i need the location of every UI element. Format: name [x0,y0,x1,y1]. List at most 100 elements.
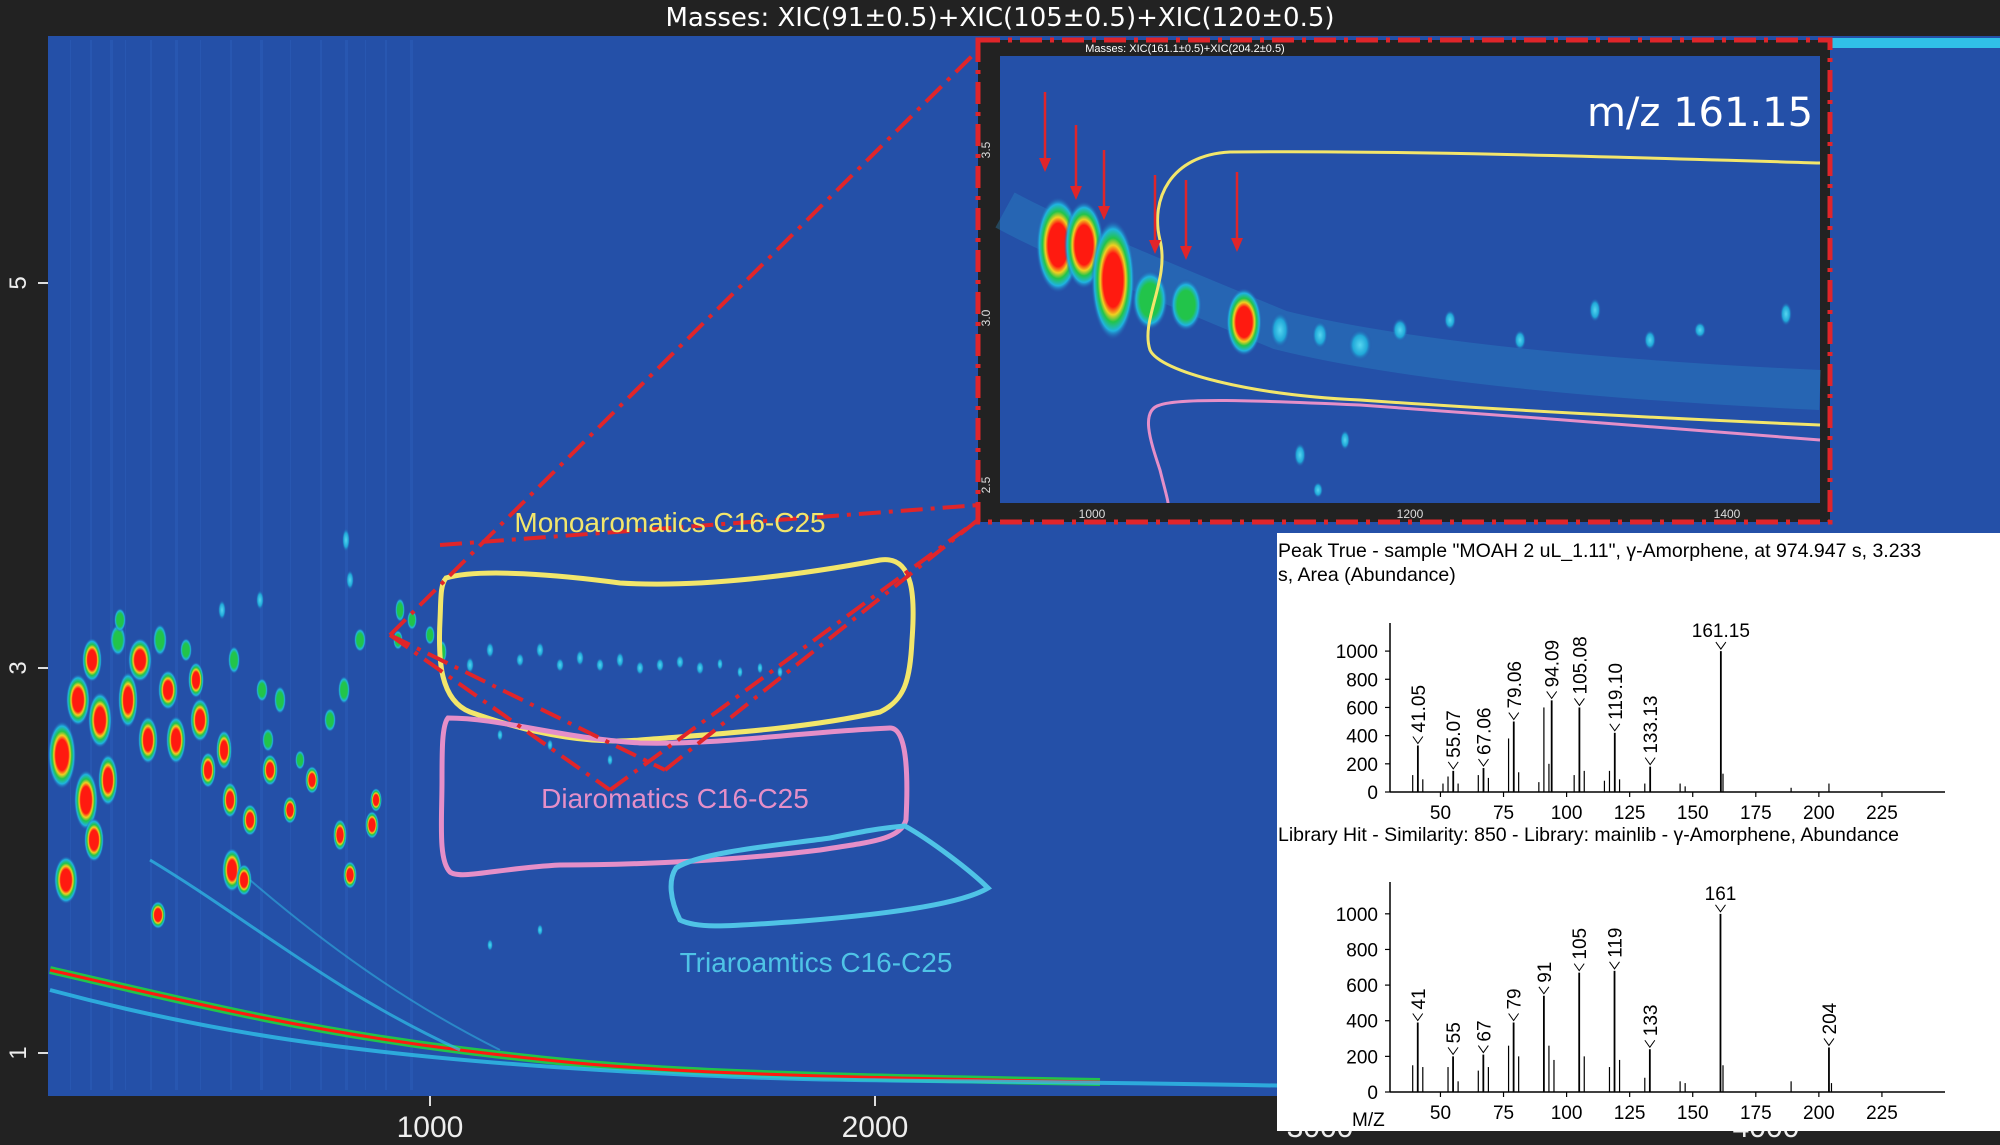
peak-blob [757,662,763,674]
x-tick-label: 225 [1866,803,1898,824]
peak-blob [338,676,350,704]
x-tick-label: 200 [1803,1103,1835,1124]
streak [410,40,413,1090]
peak-label: 94.09 [1543,640,1564,688]
peak-blob [150,901,166,929]
inset-peak-blob [1514,330,1526,350]
peak-blob [118,672,138,728]
peak-blob [153,624,167,656]
peak-blob [556,658,564,672]
streak [125,40,126,1090]
streak [365,40,366,1090]
peak-blob [283,796,297,824]
y-tick-label: 0 [1367,1083,1378,1104]
inset-peak-blob [1392,318,1408,342]
peak-blob [537,924,543,936]
inset-title: Masses: XIC(161.1±0.5)+XIC(204.2±0.5) [1085,43,1284,55]
inset-panel: Masses: XIC(161.1±0.5)+XIC(204.2±0.5) m/… [975,37,1833,525]
peak-blob [216,730,232,770]
peak-blob [696,661,704,675]
streak [385,40,387,1090]
inset-y-tick-3.5: 3.5 [979,141,993,158]
peak-blob [343,861,357,889]
peak-blob [190,698,210,742]
diaromatics-label: Diaromatics C16-C25 [541,783,809,814]
x-tick-label: 75 [1493,1103,1514,1124]
peak-label: 105.08 [1570,636,1591,694]
peak-blob [737,666,743,678]
streak [175,40,178,1090]
streak [110,40,113,1090]
peak-label: 79 [1505,988,1526,1009]
x-tick-1000: 1000 [397,1111,464,1144]
x-tick-label: 50 [1430,1103,1451,1124]
peak-blob [536,642,544,658]
peak-blob [636,661,644,675]
y-tick-label: 0 [1367,783,1378,804]
peak-blob [66,674,90,726]
main-y-axis: 5 3 1 [5,276,48,1060]
peak-blob [88,692,112,748]
inset-peak-blob [1270,312,1290,348]
peak-label: 79.06 [1505,661,1526,709]
y-tick-label: 400 [1346,1012,1378,1033]
x-tick-label: 225 [1866,1103,1898,1124]
peak-blob [466,657,474,673]
y-tick-label: 600 [1346,698,1378,719]
x-tick-label: 175 [1740,1103,1772,1124]
peak-label: 161.15 [1692,621,1750,642]
peak-label: 55 [1444,1022,1465,1043]
peak-blob [365,811,379,839]
peak-label: 91 [1535,962,1556,983]
spectra-panel: Peak True - sample "MOAH 2 uL_1.11", γ-A… [1277,533,2000,1131]
spectrum-x-label: M/Z [1352,1110,1385,1131]
peak-label: 161 [1705,884,1737,905]
x-tick-label: 150 [1677,803,1709,824]
x-tick-label: 100 [1551,1103,1583,1124]
inset-peak-blob [1780,302,1792,326]
x-tick-label: 75 [1493,803,1514,824]
inset-peak-blob [1348,329,1372,361]
peak-blob [607,754,613,766]
peak-blob [342,528,350,552]
peak-blob [222,782,238,818]
peak-blob [777,666,783,678]
peak-label: 67.06 [1474,707,1495,755]
peak-blob [180,638,192,662]
peak-blob [98,754,118,806]
inset-peak-blob [1644,330,1656,350]
x-tick-label: 150 [1677,1103,1709,1124]
peak-label: 41.05 [1409,685,1430,733]
inset-peak-blob [1313,482,1323,498]
spectrum-1-title-line-2: s, Area (Abundance) [1278,564,1456,586]
peak-blob [84,818,104,862]
x-tick-label: 50 [1430,803,1451,824]
inset-peak-blob [1170,279,1202,331]
inset-peak-blob [1091,220,1135,340]
x-tick-label: 175 [1740,803,1772,824]
peak-blob [82,638,102,682]
peak-blob [656,658,664,672]
inset-y-tick-2.5: 2.5 [979,476,993,493]
streak [230,40,232,1090]
inset-peak-blob [1226,288,1262,356]
x-tick-label: 125 [1614,803,1646,824]
inset-y-tick-3.0: 3.0 [979,309,993,326]
top-right-stripe [1830,38,2000,48]
peak-blob [256,590,264,610]
spectrum-1-title-line-1: Peak True - sample "MOAH 2 uL_1.11", γ-A… [1278,540,1921,562]
peak-label: 133.13 [1641,696,1662,754]
peak-blob [576,650,584,666]
streak [70,40,71,1090]
peak-blob [166,716,186,764]
peak-blob [354,628,366,652]
streak [200,40,201,1090]
inset-peak-blob [1589,298,1601,322]
peak-blob [274,686,286,714]
peak-blob [497,729,503,741]
peak-blob [305,766,319,794]
streak [290,40,291,1090]
peak-blob [236,864,252,896]
triaromatics-label: Triaroamtics C16-C25 [680,947,953,978]
inset-x-tick-1400: 1400 [1714,507,1741,521]
